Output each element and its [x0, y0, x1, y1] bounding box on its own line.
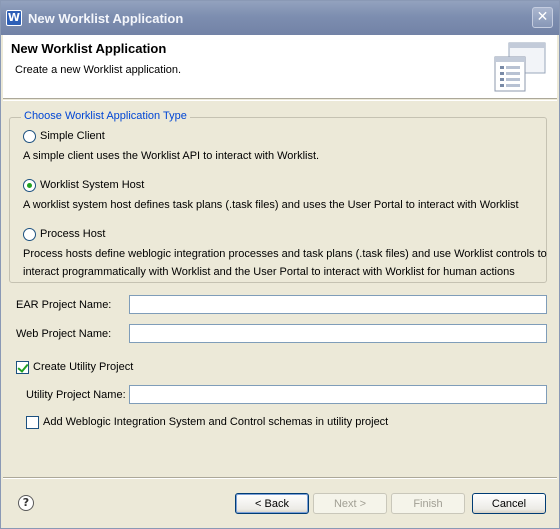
web-project-label: Web Project Name: [16, 328, 112, 340]
app-icon: W [6, 10, 22, 26]
utility-project-label: Utility Project Name: [26, 389, 126, 401]
close-icon: ✕ [536, 9, 549, 25]
web-project-input[interactable] [129, 324, 547, 343]
title-bar[interactable]: W New Worklist Application ✕ [1, 1, 559, 35]
process-host-description-line-1: Process hosts define weblogic integratio… [23, 248, 547, 260]
wizard-banner-icon [494, 42, 546, 92]
utility-project-input[interactable] [129, 385, 547, 404]
add-schemas-check-indicator[interactable] [26, 415, 39, 429]
cancel-button[interactable]: Cancel [472, 493, 546, 514]
create-utility-project-checkbox[interactable]: Create Utility Project [16, 360, 133, 374]
radio-worklist-system-host-label: Worklist System Host [40, 179, 145, 191]
simple-client-description: A simple client uses the Worklist API to… [23, 150, 320, 162]
close-button[interactable]: ✕ [532, 7, 553, 28]
radio-process-host-label: Process Host [40, 228, 106, 240]
window-title: New Worklist Application [28, 11, 184, 26]
finish-button[interactable]: Finish [391, 493, 465, 514]
next-button[interactable]: Next > [313, 493, 387, 514]
app-type-group-legend: Choose Worklist Application Type [21, 110, 190, 122]
banner-divider [3, 100, 557, 101]
add-schemas-label: Add Weblogic Integration System and Cont… [43, 416, 389, 428]
footer-divider-highlight [3, 478, 557, 479]
ear-project-label: EAR Project Name: [16, 299, 112, 311]
create-utility-project-label: Create Utility Project [33, 361, 134, 373]
banner-description: Create a new Worklist application. [15, 64, 182, 76]
radio-simple-client-indicator[interactable] [23, 129, 36, 143]
create-utility-project-check-indicator[interactable] [16, 360, 29, 374]
radio-simple-client[interactable]: Simple Client [23, 129, 105, 143]
radio-simple-client-label: Simple Client [40, 130, 105, 142]
back-button[interactable]: < Back [235, 493, 309, 514]
radio-worklist-system-host-indicator[interactable] [23, 178, 36, 192]
help-icon[interactable]: ? [18, 495, 34, 511]
radio-worklist-system-host[interactable]: Worklist System Host [23, 178, 144, 192]
radio-process-host-indicator[interactable] [23, 227, 36, 241]
worklist-system-host-description: A worklist system host defines task plan… [23, 199, 519, 211]
wizard-window: W New Worklist Application ✕ New Worklis… [0, 0, 560, 529]
add-schemas-checkbox[interactable]: Add Weblogic Integration System and Cont… [26, 415, 388, 429]
process-host-description-line-2: interact programmatically with Worklist … [23, 266, 515, 278]
wizard-banner: New Worklist Application Create a new Wo… [3, 35, 557, 99]
ear-project-input[interactable] [129, 295, 547, 314]
banner-title: New Worklist Application [11, 41, 167, 56]
radio-process-host[interactable]: Process Host [23, 227, 105, 241]
